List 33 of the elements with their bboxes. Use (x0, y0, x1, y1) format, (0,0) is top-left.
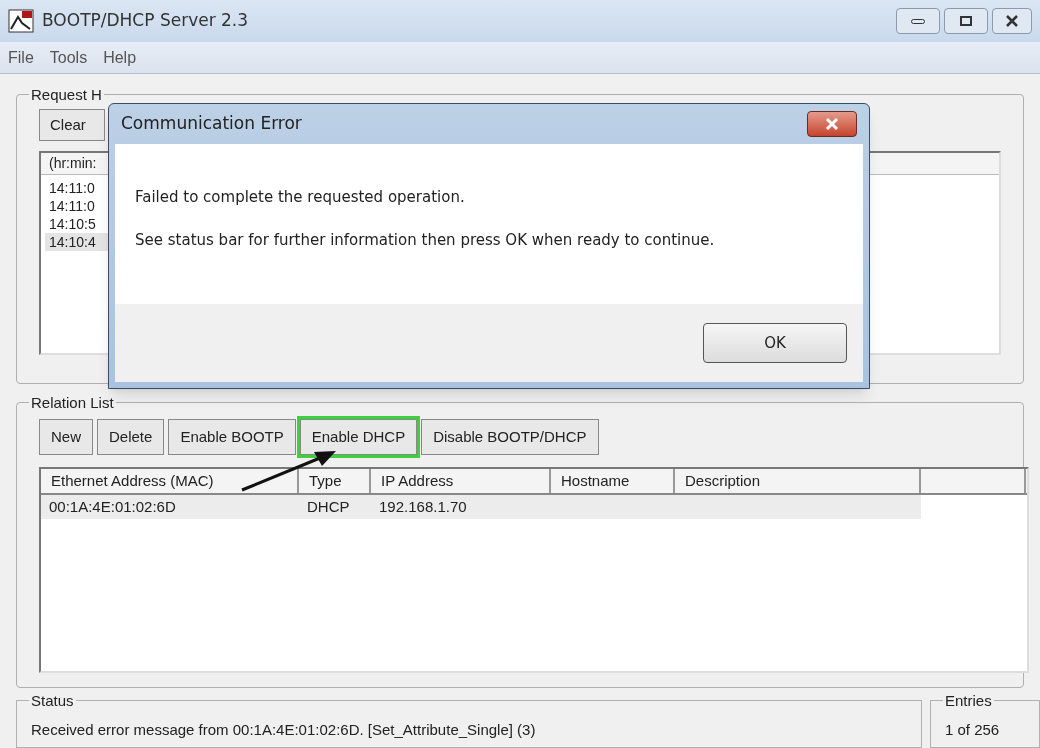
toolbar-button[interactable]: Delete (97, 419, 165, 455)
toolbar-button[interactable]: Enable BOOTP (168, 419, 296, 455)
close-icon (1005, 15, 1019, 27)
table-row[interactable]: 00:1A:4E:01:02:6D DHCP 192.168.1.70 (41, 495, 921, 519)
column-header: Description (685, 470, 761, 491)
column-header: IP Address (381, 470, 454, 491)
close-icon (825, 118, 839, 130)
close-button[interactable] (992, 8, 1032, 34)
ok-button[interactable]: OK (703, 323, 847, 363)
column-header: Hostname (561, 470, 630, 491)
clear-button[interactable]: Clear (39, 109, 105, 141)
close-button[interactable] (807, 111, 857, 137)
menu-item[interactable]: File (8, 45, 34, 70)
menu-item[interactable]: Help (103, 45, 137, 70)
dialog-message: See status bar for further information then press OK when ready to continue. (135, 229, 716, 251)
toolbar-button[interactable]: New (39, 419, 93, 455)
dialog-message: Failed to complete the requested operation. (135, 187, 466, 208)
table-cell-text: DHCP (307, 496, 350, 517)
dialog-title: Communication Error (121, 112, 302, 136)
column-header: (hr:min: (49, 154, 97, 173)
app-icon (8, 9, 34, 33)
table-cell-text: 00:1A:4E:01:02:6D (49, 496, 176, 517)
minimize-button[interactable] (896, 8, 940, 34)
toolbar-button[interactable]: Enable DHCP (299, 419, 418, 455)
toolbar-button[interactable]: Disable BOOTP/DHCP (421, 419, 599, 455)
entries-count: 1 of 256 (945, 719, 1000, 740)
maximize-button[interactable] (944, 8, 988, 34)
table-cell-text: 192.168.1.70 (379, 496, 467, 517)
menu-item[interactable]: Tools (49, 45, 88, 70)
column-header: Type (309, 470, 342, 491)
column-header: Ethernet Address (MAC) (51, 470, 214, 491)
status-text: Received error message from 00:1A:4E:01:02:6D. [Set_Attribute_Single] (3) (31, 719, 536, 740)
window-title: BOOTP/DHCP Server 2.3 (42, 9, 249, 33)
